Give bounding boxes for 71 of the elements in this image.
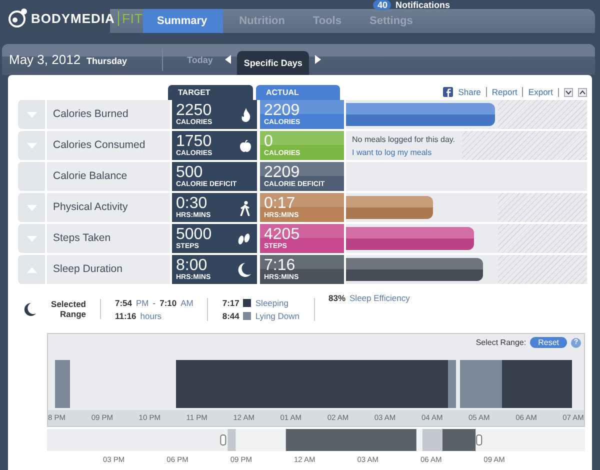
action-link[interactable]: Report [486,87,518,97]
target-value: 8:00 [176,258,208,274]
metric-label: Physical Activity [47,193,170,222]
logo-icon [8,8,28,28]
action-link[interactable]: Share [458,87,481,97]
actual-column-header: ACTUAL [256,85,340,100]
range-start-time: 7:54 [115,298,132,308]
time-period: PM [136,298,149,308]
reset-button[interactable]: Reset [530,337,567,348]
date-mode-tab[interactable]: Today [181,48,219,72]
actual-value: 0:17 [264,196,296,212]
actual-value: 2209 [264,165,301,181]
actual-value: 7:16 [264,258,296,274]
apple-icon [240,140,251,152]
metric-label: Calories Consumed [47,131,170,160]
target-value: 1750 [176,134,212,150]
target-value: 500 [176,165,204,181]
nav-tab[interactable]: Summary [143,9,224,33]
notifications-link[interactable]: Notifications [395,0,450,10]
footprints-icon [237,232,251,246]
metric-label: Calories Burned [47,100,170,129]
moon-icon [238,263,251,277]
time-period: AM [180,298,194,308]
walking-person-icon [240,200,251,216]
target-value: 0:30 [176,196,208,212]
log-meals-link[interactable]: I want to log my meals [352,148,460,156]
date-text: May 3, 2012 [9,50,81,69]
target-value: 5000 [176,227,212,243]
weekday-text: Thursday [86,54,128,68]
collapse-all-icon[interactable] [578,88,587,96]
target-value: 2250 [176,103,212,119]
legend-label: Lying Down [255,310,300,320]
row-toggle-button[interactable] [18,100,45,129]
notification-count-badge: 40 [373,0,392,10]
range-end-time: 7:10 [160,298,177,308]
flame-icon [241,108,251,122]
moon-icon [24,302,36,316]
target-column-header: TARGET [168,85,253,100]
selected-range-label: Selected Range [36,299,101,319]
expand-arrow-icon[interactable] [26,236,36,242]
actual-value: 4205 [264,227,300,243]
row-toggle-button[interactable] [18,193,45,222]
duration-unit: hours [140,310,162,320]
facebook-icon[interactable] [443,87,454,97]
expand-arrow-icon[interactable] [26,204,36,210]
metric-label: Sleep Duration [47,255,170,284]
efficiency-value: 83% [328,293,346,303]
actual-value: 2209 [264,103,300,119]
select-range-label: Select Range: [476,338,526,348]
legend-label: Sleeping [255,298,288,308]
next-arrow-icon[interactable] [315,55,322,64]
range-separator: - [152,298,156,308]
efficiency-label: Sleep Efficiency [350,293,410,303]
row-toggle-button[interactable] [18,255,45,284]
row-toggle-button[interactable] [18,224,45,253]
action-link[interactable]: Export [522,87,553,97]
metric-label: Calorie Balance [47,162,170,191]
logo-text: BODYMEDIA [31,10,115,26]
previous-arrow-icon[interactable] [224,55,231,64]
state-duration: 7:17 [222,298,240,308]
row-toggle-button[interactable] [18,131,45,160]
state-duration: 8:44 [222,310,240,320]
expand-arrow-icon[interactable] [26,142,36,148]
date-mode-tab[interactable]: Specific Days [236,51,310,75]
collapse-arrow-icon[interactable] [26,266,36,272]
metric-label: Steps Taken [47,224,170,253]
actual-value: 0 [264,134,274,150]
duration-value: 11:16 [115,310,136,320]
no-meals-message: No meals logged for this day. [352,134,456,144]
expand-arrow-icon[interactable] [26,112,36,118]
expand-all-icon[interactable] [564,88,573,96]
